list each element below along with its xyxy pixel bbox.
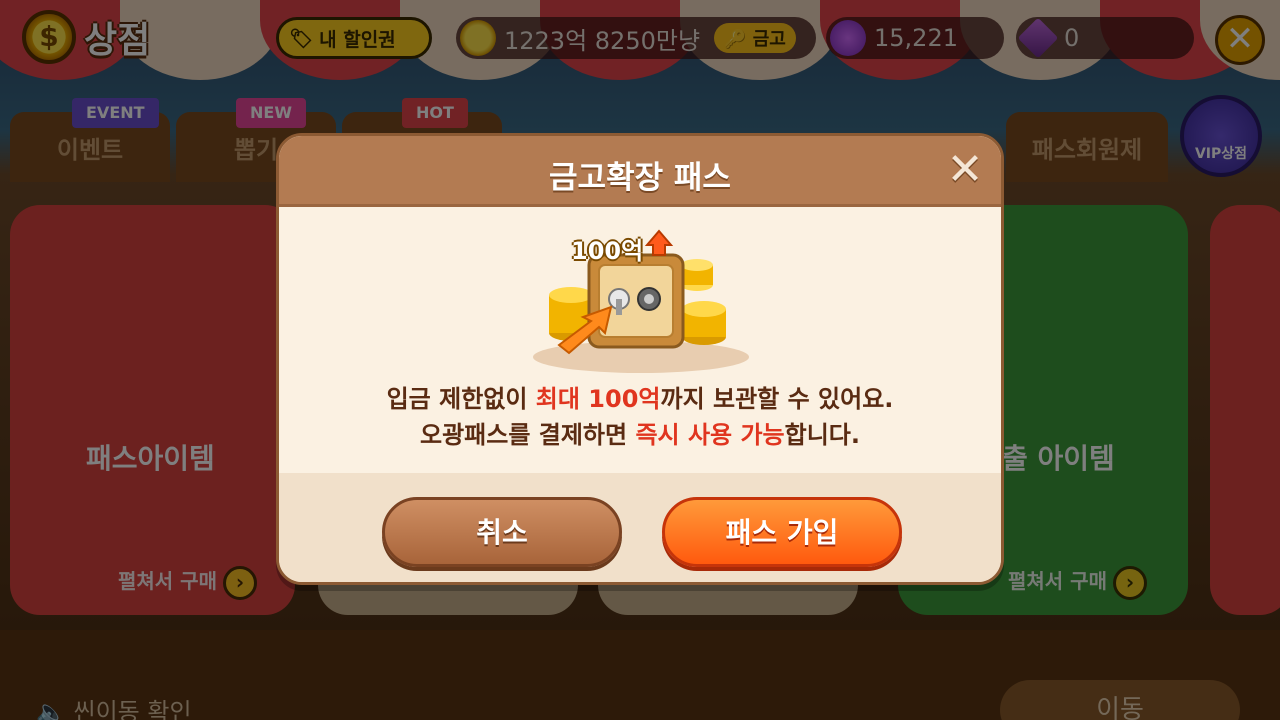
- vault-icon: [533, 229, 749, 373]
- message-text: 입금 제한없이: [386, 385, 536, 413]
- dialog-body: 100억 입금 제한없이 최대 100억까지 보관할 수 있어요. 오광패스를 …: [279, 207, 1001, 473]
- message-text: 합니다.: [784, 421, 860, 449]
- badge-100eok: 100억: [571, 237, 644, 265]
- dialog-header: 금고확장 패스 ✕: [279, 136, 1001, 207]
- message-line-1: 입금 제한없이 최대 100억까지 보관할 수 있어요.: [279, 379, 1001, 414]
- message-text: 까지 보관할 수 있어요.: [660, 385, 894, 413]
- message-highlight: 최대 100억: [535, 385, 661, 413]
- message-text: 오광패스를 결제하면: [420, 421, 636, 449]
- join-pass-button[interactable]: 패스 가입: [662, 497, 902, 567]
- message-line-2: 오광패스를 결제하면 즉시 사용 가능합니다.: [279, 415, 1001, 450]
- dialog-title: 금고확장 패스: [549, 160, 731, 196]
- cancel-button[interactable]: 취소: [382, 497, 622, 567]
- message-highlight: 즉시 사용 가능: [635, 421, 785, 449]
- close-icon[interactable]: ✕: [945, 148, 985, 192]
- vault-pass-dialog: 금고확장 패스 ✕ 100억 입금 제한없이 최대 100억까지 보관할 수 있…: [276, 133, 1004, 585]
